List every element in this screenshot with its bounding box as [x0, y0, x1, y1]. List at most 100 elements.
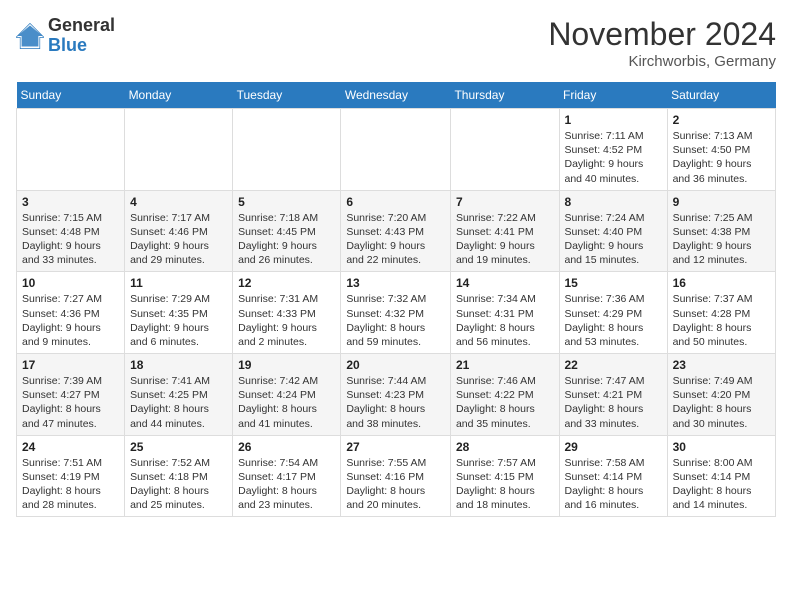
calendar-cell: 26Sunrise: 7:54 AM Sunset: 4:17 PM Dayli…: [233, 435, 341, 517]
day-info: Sunrise: 7:44 AM Sunset: 4:23 PM Dayligh…: [346, 374, 445, 431]
day-number: 4: [130, 195, 227, 209]
calendar-week-2: 3 Sunrise: 7:15 AM Sunset: 4:48 PM Daylig…: [17, 190, 776, 272]
calendar-cell: 23Sunrise: 7:49 AM Sunset: 4:20 PM Dayli…: [667, 354, 775, 436]
day-info: Sunrise: 7:49 AM Sunset: 4:20 PM Dayligh…: [673, 374, 770, 431]
calendar-cell: 25 Sunrise: 7:52 AM Sunset: 4:18 PM Dayli…: [125, 435, 233, 517]
calendar-cell: 16 Sunrise: 7:37 AM Sunset: 4:28 PM Dayli…: [667, 272, 775, 354]
day-info: Sunrise: 7:24 AM Sunset: 4:40 PM Dayligh…: [565, 211, 662, 268]
day-number: 29: [565, 440, 662, 454]
calendar-cell: 12 Sunrise: 7:31 AM Sunset: 4:33 PM Dayli…: [233, 272, 341, 354]
day-number: 20: [346, 358, 445, 372]
calendar-cell: 22Sunrise: 7:47 AM Sunset: 4:21 PM Dayli…: [559, 354, 667, 436]
calendar-cell: 19 Sunrise: 7:42 AM Sunset: 4:24 PM Dayli…: [233, 354, 341, 436]
day-number: 11: [130, 276, 227, 290]
day-number: 30: [673, 440, 770, 454]
day-number: 16: [673, 276, 770, 290]
day-number: 17: [22, 358, 119, 372]
day-info: Sunrise: 7:27 AM Sunset: 4:36 PM Dayligh…: [22, 292, 119, 349]
location: Kirchworbis, Germany: [548, 53, 776, 70]
day-number: 18: [130, 358, 227, 372]
header-tuesday: Tuesday: [233, 82, 341, 109]
day-info: Sunrise: 7:55 AM Sunset: 4:16 PM Dayligh…: [346, 456, 445, 513]
calendar-cell: 10 Sunrise: 7:27 AM Sunset: 4:36 PM Dayli…: [17, 272, 125, 354]
calendar-body: 1Sunrise: 7:11 AM Sunset: 4:52 PM Daylig…: [17, 109, 776, 517]
day-info: Sunrise: 7:42 AM Sunset: 4:24 PM Dayligh…: [238, 374, 335, 431]
calendar-cell: 27 Sunrise: 7:55 AM Sunset: 4:16 PM Dayli…: [341, 435, 451, 517]
day-number: 28: [456, 440, 554, 454]
logo-line2: Blue: [48, 36, 115, 56]
day-number: 14: [456, 276, 554, 290]
month-title: November 2024: [548, 16, 776, 53]
day-number: 19: [238, 358, 335, 372]
day-number: 6: [346, 195, 445, 209]
calendar-cell: [233, 109, 341, 191]
day-info: Sunrise: 7:41 AM Sunset: 4:25 PM Dayligh…: [130, 374, 227, 431]
day-info: Sunrise: 7:25 AM Sunset: 4:38 PM Dayligh…: [673, 211, 770, 268]
header-friday: Friday: [559, 82, 667, 109]
logo-text: General Blue: [48, 16, 115, 56]
day-number: 26: [238, 440, 335, 454]
calendar-cell: 29 Sunrise: 7:58 AM Sunset: 4:14 PM Dayli…: [559, 435, 667, 517]
calendar-cell: 7 Sunrise: 7:22 AM Sunset: 4:41 PM Daylig…: [450, 190, 559, 272]
calendar-cell: 15Sunrise: 7:36 AM Sunset: 4:29 PM Dayli…: [559, 272, 667, 354]
day-number: 7: [456, 195, 554, 209]
calendar-cell: [341, 109, 451, 191]
day-number: 10: [22, 276, 119, 290]
calendar-cell: 2Sunrise: 7:13 AM Sunset: 4:50 PM Daylig…: [667, 109, 775, 191]
header-saturday: Saturday: [667, 82, 775, 109]
header-row: Sunday Monday Tuesday Wednesday Thursday…: [17, 82, 776, 109]
calendar-cell: 9 Sunrise: 7:25 AM Sunset: 4:38 PM Daylig…: [667, 190, 775, 272]
day-number: 3: [22, 195, 119, 209]
day-info: Sunrise: 7:46 AM Sunset: 4:22 PM Dayligh…: [456, 374, 554, 431]
header-thursday: Thursday: [450, 82, 559, 109]
day-info: Sunrise: 7:58 AM Sunset: 4:14 PM Dayligh…: [565, 456, 662, 513]
calendar-header: Sunday Monday Tuesday Wednesday Thursday…: [17, 82, 776, 109]
day-info: Sunrise: 7:31 AM Sunset: 4:33 PM Dayligh…: [238, 292, 335, 349]
calendar-cell: 28Sunrise: 7:57 AM Sunset: 4:15 PM Dayli…: [450, 435, 559, 517]
day-number: 24: [22, 440, 119, 454]
calendar-cell: 5Sunrise: 7:18 AM Sunset: 4:45 PM Daylig…: [233, 190, 341, 272]
day-info: Sunrise: 7:51 AM Sunset: 4:19 PM Dayligh…: [22, 456, 119, 513]
day-number: 25: [130, 440, 227, 454]
calendar-cell: 20 Sunrise: 7:44 AM Sunset: 4:23 PM Dayli…: [341, 354, 451, 436]
calendar-cell: 13Sunrise: 7:32 AM Sunset: 4:32 PM Dayli…: [341, 272, 451, 354]
day-number: 27: [346, 440, 445, 454]
calendar-cell: [450, 109, 559, 191]
day-number: 22: [565, 358, 662, 372]
calendar-cell: [17, 109, 125, 191]
day-info: Sunrise: 7:13 AM Sunset: 4:50 PM Dayligh…: [673, 129, 770, 186]
calendar-cell: 6Sunrise: 7:20 AM Sunset: 4:43 PM Daylig…: [341, 190, 451, 272]
calendar-week-3: 10 Sunrise: 7:27 AM Sunset: 4:36 PM Dayli…: [17, 272, 776, 354]
calendar-cell: 24 Sunrise: 7:51 AM Sunset: 4:19 PM Dayli…: [17, 435, 125, 517]
day-info: Sunrise: 7:15 AM Sunset: 4:48 PM Dayligh…: [22, 211, 119, 268]
day-info: Sunrise: 7:11 AM Sunset: 4:52 PM Dayligh…: [565, 129, 662, 186]
calendar-cell: 21Sunrise: 7:46 AM Sunset: 4:22 PM Dayli…: [450, 354, 559, 436]
day-number: 9: [673, 195, 770, 209]
calendar-cell: 14 Sunrise: 7:34 AM Sunset: 4:31 PM Dayli…: [450, 272, 559, 354]
header-monday: Monday: [125, 82, 233, 109]
calendar-cell: 11 Sunrise: 7:29 AM Sunset: 4:35 PM Dayli…: [125, 272, 233, 354]
day-info: Sunrise: 8:00 AM Sunset: 4:14 PM Dayligh…: [673, 456, 770, 513]
calendar-week-4: 17 Sunrise: 7:39 AM Sunset: 4:27 PM Dayli…: [17, 354, 776, 436]
day-number: 12: [238, 276, 335, 290]
logo-icon: [16, 22, 44, 50]
title-section: November 2024 Kirchworbis, Germany: [548, 16, 776, 70]
day-number: 8: [565, 195, 662, 209]
logo-line1: General: [48, 16, 115, 36]
calendar-cell: [125, 109, 233, 191]
day-info: Sunrise: 7:17 AM Sunset: 4:46 PM Dayligh…: [130, 211, 227, 268]
day-info: Sunrise: 7:29 AM Sunset: 4:35 PM Dayligh…: [130, 292, 227, 349]
day-info: Sunrise: 7:39 AM Sunset: 4:27 PM Dayligh…: [22, 374, 119, 431]
day-info: Sunrise: 7:22 AM Sunset: 4:41 PM Dayligh…: [456, 211, 554, 268]
day-info: Sunrise: 7:52 AM Sunset: 4:18 PM Dayligh…: [130, 456, 227, 513]
day-info: Sunrise: 7:36 AM Sunset: 4:29 PM Dayligh…: [565, 292, 662, 349]
calendar-cell: 18 Sunrise: 7:41 AM Sunset: 4:25 PM Dayli…: [125, 354, 233, 436]
calendar-week-5: 24 Sunrise: 7:51 AM Sunset: 4:19 PM Dayli…: [17, 435, 776, 517]
day-number: 5: [238, 195, 335, 209]
day-info: Sunrise: 7:32 AM Sunset: 4:32 PM Dayligh…: [346, 292, 445, 349]
calendar-cell: 1Sunrise: 7:11 AM Sunset: 4:52 PM Daylig…: [559, 109, 667, 191]
calendar-week-1: 1Sunrise: 7:11 AM Sunset: 4:52 PM Daylig…: [17, 109, 776, 191]
day-info: Sunrise: 7:34 AM Sunset: 4:31 PM Dayligh…: [456, 292, 554, 349]
day-info: Sunrise: 7:37 AM Sunset: 4:28 PM Dayligh…: [673, 292, 770, 349]
logo: General Blue: [16, 16, 115, 56]
